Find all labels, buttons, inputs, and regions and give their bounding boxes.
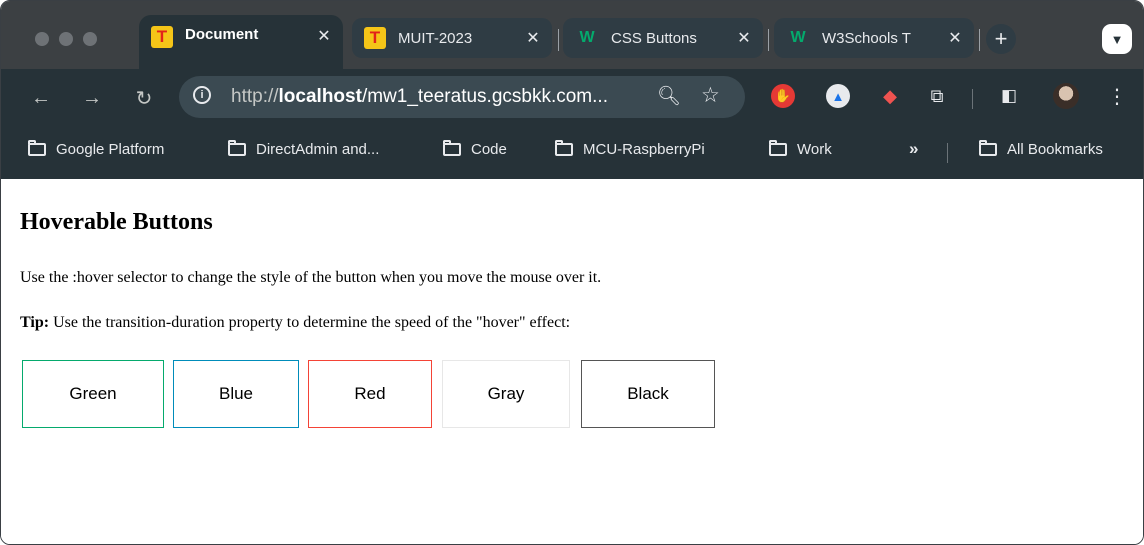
folder-icon [979,140,997,156]
site-info-icon[interactable]: i [193,86,211,104]
gray-button[interactable]: Gray [442,360,570,428]
extensions-puzzle-icon[interactable]: ⧉ [925,84,949,108]
tab-muit-2023[interactable]: T MUIT-2023 ✕ [352,18,552,58]
bookmark-folder-work[interactable]: Work [769,140,832,158]
window-close-dot[interactable] [35,32,49,46]
new-tab-button[interactable]: + [986,24,1016,54]
page-heading: Hoverable Buttons [20,209,213,235]
side-panel-icon[interactable]: ◧ [997,84,1021,108]
browser-window: T Document ✕ T MUIT-2023 ✕ W CSS Buttons… [0,0,1144,545]
tab-strip: T Document ✕ T MUIT-2023 ✕ W CSS Buttons… [1,1,1143,69]
tab-close-icon[interactable]: ✕ [315,26,333,46]
folder-icon [28,140,46,156]
all-bookmarks-button[interactable]: All Bookmarks [979,140,1103,158]
folder-icon [769,140,787,156]
extension-eraser-icon[interactable]: ◆ [878,84,902,108]
bookmarks-separator [947,143,948,163]
tab-separator [558,29,559,51]
reload-icon[interactable]: ↻ [131,85,157,111]
tab-close-icon[interactable]: ✕ [524,28,542,48]
w3schools-favicon-icon: W [579,29,595,46]
green-button[interactable]: Green [22,360,164,428]
tab-close-icon[interactable]: ✕ [735,28,753,48]
tab-close-icon[interactable]: ✕ [946,28,964,48]
page-content: Hoverable Buttons Use the :hover selecto… [1,179,1143,544]
bookmark-star-icon[interactable]: ☆ [701,83,720,108]
red-button[interactable]: Red [308,360,432,428]
w3schools-favicon-icon: W [790,29,806,46]
tab-title: MUIT-2023 [398,29,473,47]
profile-avatar[interactable] [1053,83,1079,109]
bookmark-folder-code[interactable]: Code [443,140,507,158]
black-button[interactable]: Black [581,360,715,428]
tip-label: Tip: [20,314,50,331]
bookmark-folder-google-platform[interactable]: Google Platform [28,140,164,158]
extension-rocket-icon[interactable]: ▲ [826,84,850,108]
folder-icon [443,140,461,156]
tab-w3schools[interactable]: W W3Schools T ✕ [774,18,974,58]
folder-icon [555,140,573,156]
tip-text: Use the transition-duration property to … [49,314,571,331]
tab-separator [979,29,980,51]
back-arrow-left-icon[interactable]: ← [28,85,54,111]
window-zoom-dot[interactable] [83,32,97,46]
tab-title: W3Schools T [822,29,911,47]
toolbar: ← → ↻ i http://localhost/mw1_teeratus.gc… [1,69,1143,127]
folder-icon [228,140,246,156]
url-text[interactable]: http://localhost/mw1_teeratus.gcsbkk.com… [231,86,608,108]
blue-button[interactable]: Blue [173,360,299,428]
tab-title: Document [185,26,259,43]
tab-separator [768,29,769,51]
address-bar[interactable]: i http://localhost/mw1_teeratus.gcsbkk.c… [179,76,745,118]
toolbar-separator [972,89,973,109]
extension-stop-hand-icon[interactable]: ✋ [771,84,795,108]
window-minimize-dot[interactable] [59,32,73,46]
tab-document[interactable]: T Document ✕ [139,15,343,69]
zoom-icon[interactable]: 🔍︎ [657,84,681,108]
tab-search-chevron-down-icon[interactable]: ▼ [1102,24,1132,54]
forward-arrow-right-icon[interactable]: → [79,85,105,111]
intro-paragraph: Use the :hover selector to change the st… [20,269,602,286]
tab-favicon-icon: T [151,26,173,48]
tab-favicon-icon: T [364,27,386,49]
kebab-menu-icon[interactable]: ⋮ [1107,84,1127,109]
bookmarks-bar: Google Platform DirectAdmin and... Code … [1,127,1143,179]
bookmark-folder-directadmin[interactable]: DirectAdmin and... [228,140,379,158]
bookmarks-overflow-chevron-icon[interactable]: » [909,139,918,159]
tab-title: CSS Buttons [611,29,697,47]
tip-paragraph: Tip: Use the transition-duration propert… [20,314,570,332]
bookmark-folder-mcu-raspberrypi[interactable]: MCU-RaspberryPi [555,140,705,158]
tab-css-buttons[interactable]: W CSS Buttons ✕ [563,18,763,58]
